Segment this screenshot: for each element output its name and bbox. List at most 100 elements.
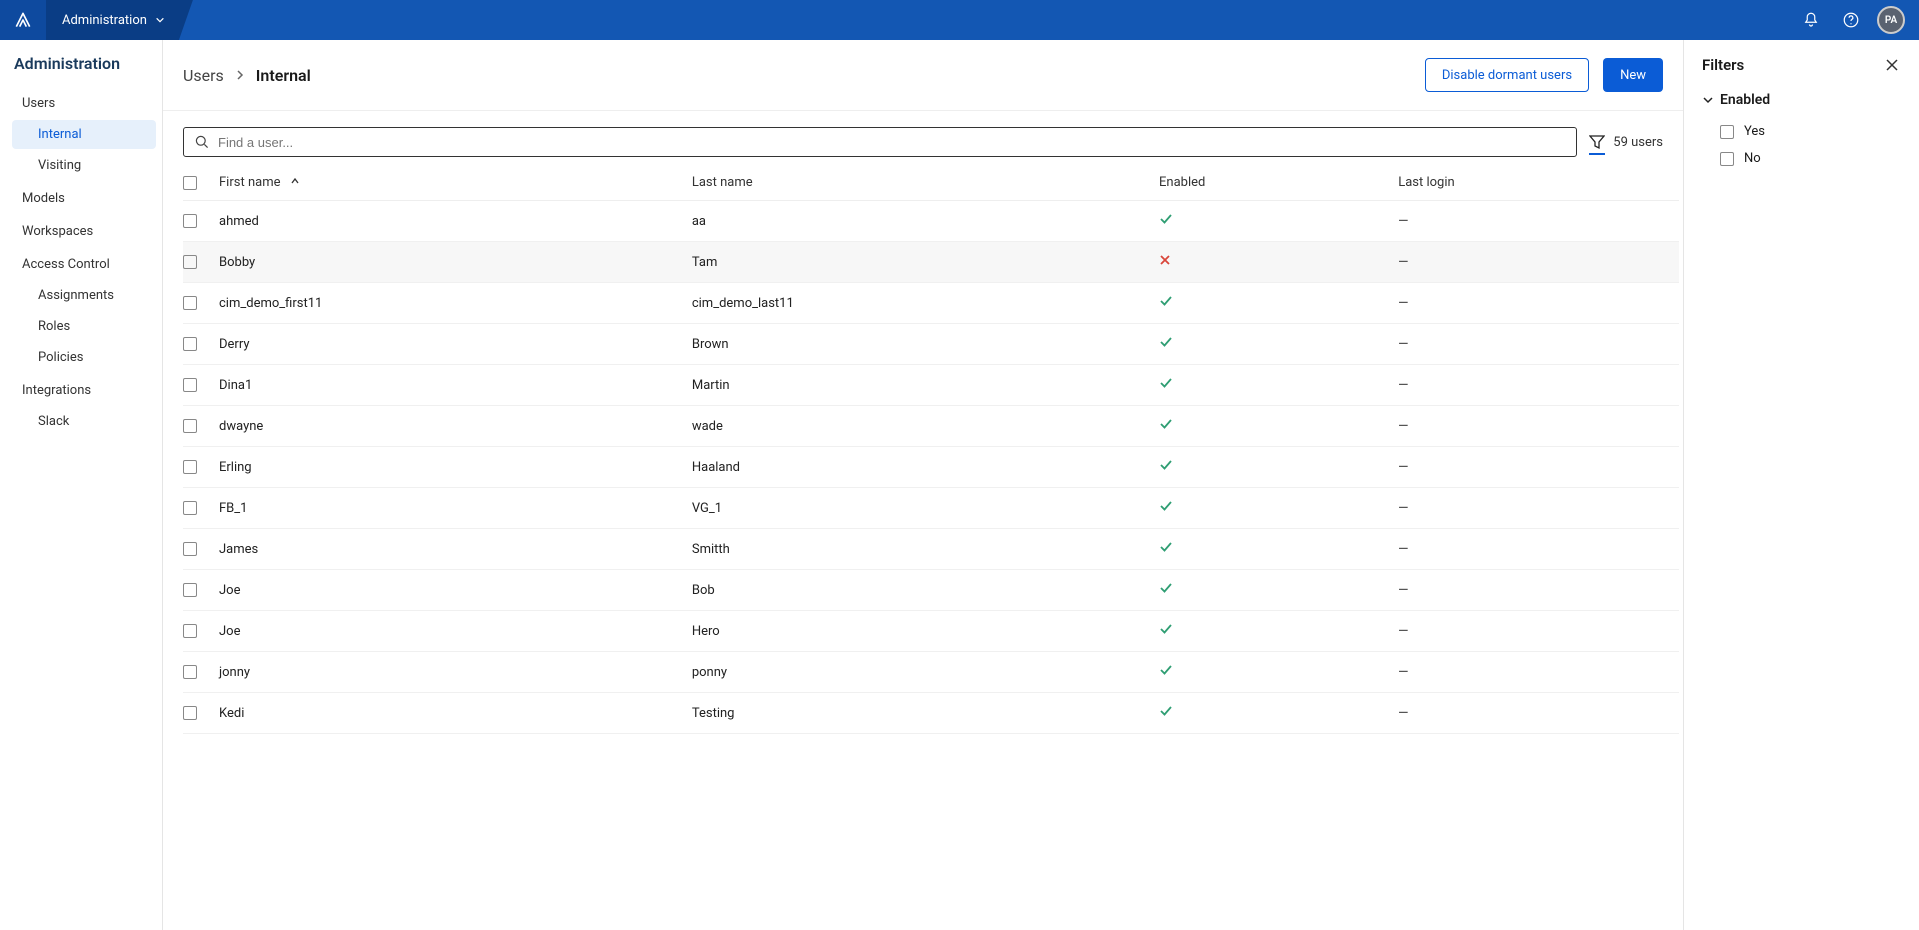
check-icon	[1159, 499, 1173, 513]
table-row[interactable]: ahmedaa—	[183, 201, 1679, 242]
checkbox[interactable]	[1720, 125, 1734, 139]
sidebar-item-roles[interactable]: Roles	[12, 312, 156, 341]
row-checkbox[interactable]	[183, 501, 197, 515]
sidebar-item-access-control[interactable]: Access Control	[12, 250, 156, 279]
app-switcher-label: Administration	[62, 13, 147, 28]
row-checkbox[interactable]	[183, 624, 197, 638]
page-header: Users Internal Disable dormant users New	[163, 40, 1683, 111]
table-row[interactable]: BobbyTam—	[183, 242, 1679, 283]
cell-first-name: Joe	[219, 570, 692, 611]
cell-last-login: —	[1398, 324, 1679, 365]
search-box[interactable]	[183, 127, 1577, 157]
check-icon	[1159, 335, 1173, 349]
table-row[interactable]: JoeHero—	[183, 611, 1679, 652]
filter-indicator[interactable]: 59 users	[1589, 134, 1663, 150]
row-checkbox[interactable]	[183, 583, 197, 597]
cell-enabled	[1159, 488, 1398, 529]
row-checkbox[interactable]	[183, 337, 197, 351]
col-enabled[interactable]: Enabled	[1159, 165, 1398, 201]
row-checkbox[interactable]	[183, 460, 197, 474]
new-button[interactable]: New	[1603, 58, 1663, 92]
sidebar-item-workspaces[interactable]: Workspaces	[12, 217, 156, 246]
check-icon	[1159, 540, 1173, 554]
sidebar-item-models[interactable]: Models	[12, 184, 156, 213]
chevron-right-icon	[234, 69, 246, 81]
row-checkbox[interactable]	[183, 255, 197, 269]
cell-last-name: ponny	[692, 652, 1159, 693]
filters-panel: Filters Enabled Yes No	[1684, 40, 1919, 930]
chevron-down-icon	[1702, 94, 1714, 106]
app-logo[interactable]	[0, 0, 46, 40]
table-row[interactable]: dwaynewade —	[183, 406, 1679, 447]
help-button[interactable]	[1831, 0, 1871, 40]
cell-last-name: wade	[692, 406, 1159, 447]
cell-last-login: —	[1398, 570, 1679, 611]
check-icon	[1159, 581, 1173, 595]
cell-enabled	[1159, 283, 1398, 324]
cell-first-name: Kedi	[219, 693, 692, 734]
search-input[interactable]	[218, 135, 1566, 150]
user-count: 59 users	[1613, 135, 1663, 150]
bell-icon	[1802, 11, 1820, 29]
cell-last-name: Tam	[692, 242, 1159, 283]
sidebar-item-integrations[interactable]: Integrations	[12, 376, 156, 405]
sidebar-item-visiting[interactable]: Visiting	[12, 151, 156, 180]
filter-option-yes[interactable]: Yes	[1702, 118, 1901, 145]
cell-first-name: jonny	[219, 652, 692, 693]
row-checkbox[interactable]	[183, 214, 197, 228]
sort-asc-icon	[290, 175, 300, 190]
row-checkbox[interactable]	[183, 378, 197, 392]
sidebar-item-policies[interactable]: Policies	[12, 343, 156, 372]
sidebar-item-slack[interactable]: Slack	[12, 407, 156, 436]
check-icon	[1159, 663, 1173, 677]
table-row[interactable]: jonnyponny—	[183, 652, 1679, 693]
cell-last-name: aa	[692, 201, 1159, 242]
sidebar-item-assignments[interactable]: Assignments	[12, 281, 156, 310]
filter-group-enabled: Enabled Yes No	[1702, 92, 1901, 172]
notifications-button[interactable]	[1791, 0, 1831, 40]
cell-enabled	[1159, 570, 1398, 611]
table-row[interactable]: FB_1VG_1—	[183, 488, 1679, 529]
cell-last-login: —	[1398, 406, 1679, 447]
close-filters-button[interactable]	[1883, 56, 1901, 74]
row-checkbox[interactable]	[183, 706, 197, 720]
table-row[interactable]: DerryBrown—	[183, 324, 1679, 365]
table-row[interactable]: ErlingHaaland—	[183, 447, 1679, 488]
table-row[interactable]: JamesSmitth—	[183, 529, 1679, 570]
app-switcher[interactable]: Administration	[46, 0, 193, 40]
filter-option-no[interactable]: No	[1702, 145, 1901, 172]
row-checkbox[interactable]	[183, 296, 197, 310]
cell-first-name: Erling	[219, 447, 692, 488]
disable-dormant-button[interactable]: Disable dormant users	[1425, 58, 1589, 92]
col-first-name[interactable]: First name	[219, 165, 692, 201]
cell-enabled	[1159, 201, 1398, 242]
table-row[interactable]: Dina1Martin—	[183, 365, 1679, 406]
col-last-name[interactable]: Last name	[692, 165, 1159, 201]
cell-last-name: Haaland	[692, 447, 1159, 488]
row-checkbox[interactable]	[183, 665, 197, 679]
cell-first-name: dwayne	[219, 406, 692, 447]
cell-last-login: —	[1398, 611, 1679, 652]
checkbox[interactable]	[1720, 152, 1734, 166]
cell-last-name: Bob	[692, 570, 1159, 611]
search-icon	[194, 134, 210, 150]
cell-last-name: Hero	[692, 611, 1159, 652]
row-checkbox[interactable]	[183, 542, 197, 556]
table-row[interactable]: KediTesting—	[183, 693, 1679, 734]
filter-group-toggle[interactable]: Enabled	[1702, 92, 1901, 108]
table-row[interactable]: cim_demo_first11cim_demo_last11—	[183, 283, 1679, 324]
breadcrumb-parent[interactable]: Users	[183, 66, 224, 85]
sidebar-item-internal[interactable]: Internal	[12, 120, 156, 149]
logo-icon	[13, 10, 33, 30]
row-checkbox[interactable]	[183, 419, 197, 433]
user-avatar[interactable]: PA	[1877, 6, 1905, 34]
col-last-login[interactable]: Last login	[1398, 165, 1679, 201]
cell-last-name: cim_demo_last11	[692, 283, 1159, 324]
select-all-checkbox[interactable]	[183, 176, 197, 190]
table-row[interactable]: JoeBob —	[183, 570, 1679, 611]
cell-first-name: FB_1	[219, 488, 692, 529]
sidebar-item-users[interactable]: Users	[12, 89, 156, 118]
check-icon	[1159, 458, 1173, 472]
cell-last-login: —	[1398, 242, 1679, 283]
users-table-wrap[interactable]: First name Last name Enabled Last login …	[163, 165, 1683, 930]
